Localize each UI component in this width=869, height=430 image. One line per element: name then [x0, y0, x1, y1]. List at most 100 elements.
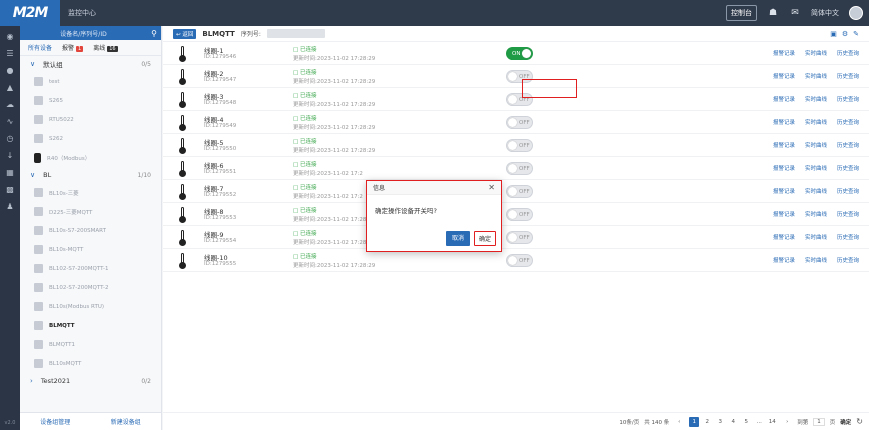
alarm-record-link[interactable]: 报警记录 — [773, 256, 795, 264]
tab-offline[interactable]: 离线 16 — [93, 43, 118, 52]
tab-all[interactable]: 所有设备 — [28, 43, 52, 52]
realtime-curve-link[interactable]: 实时曲线 — [805, 118, 827, 126]
page-number[interactable]: 2 — [702, 417, 712, 427]
goto-confirm-button[interactable]: 确定 — [840, 418, 851, 426]
group-test2021[interactable]: › Test2021 0/2 — [20, 373, 161, 389]
user-icon[interactable]: ♟ — [4, 200, 16, 212]
message-icon[interactable]: ✉ — [789, 7, 801, 19]
device-item[interactable]: BL10s-三菱 — [20, 183, 161, 202]
list-icon[interactable]: ☰ — [4, 47, 16, 59]
alarm-record-link[interactable]: 报警记录 — [773, 118, 795, 126]
settings-icon[interactable]: ⚙ — [842, 30, 848, 38]
realtime-curve-link[interactable]: 实时曲线 — [805, 141, 827, 149]
chart-icon[interactable]: ∿ — [4, 115, 16, 127]
alarm-record-link[interactable]: 报警记录 — [773, 141, 795, 149]
grid-icon[interactable]: ▩ — [4, 183, 16, 195]
history-query-link[interactable]: 历史查询 — [837, 49, 859, 57]
history-query-link[interactable]: 历史查询 — [837, 164, 859, 172]
realtime-curve-link[interactable]: 实时曲线 — [805, 256, 827, 264]
ok-button[interactable]: 确定 — [473, 231, 496, 246]
search-input[interactable]: 设备名/序列号/ID — [20, 29, 147, 38]
alarm-record-link[interactable]: 报警记录 — [773, 164, 795, 172]
device-item[interactable]: test — [20, 72, 161, 91]
alarm-record-link[interactable]: 报警记录 — [773, 95, 795, 103]
history-query-link[interactable]: 历史查询 — [837, 233, 859, 241]
clock-icon[interactable]: ◷ — [4, 132, 16, 144]
device-item[interactable]: BL102-S7-200MQTT-2 — [20, 278, 161, 297]
page-number[interactable]: 4 — [728, 417, 738, 427]
manage-groups-link[interactable]: 设备组管理 — [40, 417, 70, 426]
realtime-curve-link[interactable]: 实时曲线 — [805, 72, 827, 80]
realtime-curve-link[interactable]: 实时曲线 — [805, 187, 827, 195]
language-select[interactable]: 简体中文 — [811, 8, 839, 18]
edit-icon[interactable]: ✎ — [853, 30, 859, 38]
page-number[interactable]: 14 — [767, 417, 777, 427]
group-default[interactable]: ∨ 默认组 0/5 — [20, 56, 161, 72]
goto-page-input[interactable]: 1 — [813, 417, 825, 426]
device-item[interactable]: R40（Modbus） — [20, 148, 161, 167]
cloud-icon[interactable]: ☁ — [4, 98, 16, 110]
search-icon[interactable]: ⚲ — [147, 29, 161, 38]
device-item[interactable]: BL10s(Modbus RTU) — [20, 297, 161, 316]
channel-toggle[interactable]: OFF — [506, 116, 533, 129]
history-query-link[interactable]: 历史查询 — [837, 141, 859, 149]
monitor-icon[interactable]: ◉ — [4, 30, 16, 42]
device-item[interactable]: BL102-S7-200MQTT-1 — [20, 259, 161, 278]
alarm-record-link[interactable]: 报警记录 — [773, 210, 795, 218]
page-number[interactable]: 3 — [715, 417, 725, 427]
avatar[interactable] — [849, 6, 863, 20]
refresh-icon[interactable]: ↻ — [856, 417, 863, 426]
history-query-link[interactable]: 历史查询 — [837, 95, 859, 103]
history-query-link[interactable]: 历史查询 — [837, 210, 859, 218]
location-icon[interactable]: ● — [4, 64, 16, 76]
channel-toggle[interactable]: OFF — [506, 162, 533, 175]
chevron-down-icon[interactable]: ∨ — [30, 171, 35, 179]
device-item[interactable]: BL10sMQTT — [20, 354, 161, 373]
device-item[interactable]: BLMQTT — [20, 316, 161, 335]
table-icon[interactable]: ▦ — [4, 166, 16, 178]
realtime-curve-link[interactable]: 实时曲线 — [805, 49, 827, 57]
channel-toggle[interactable]: OFF — [506, 254, 533, 267]
realtime-curve-link[interactable]: 实时曲线 — [805, 210, 827, 218]
chevron-right-icon[interactable]: › — [30, 377, 33, 385]
history-query-link[interactable]: 历史查询 — [837, 118, 859, 126]
history-query-link[interactable]: 历史查询 — [837, 256, 859, 264]
channel-toggle[interactable]: OFF — [506, 185, 533, 198]
history-query-link[interactable]: 历史查询 — [837, 72, 859, 80]
device-item[interactable]: BLMQTT1 — [20, 335, 161, 354]
channel-toggle[interactable]: OFF — [506, 231, 533, 244]
page-size-select[interactable]: 10条/页 — [619, 418, 639, 426]
app-title[interactable]: 监控中心 — [68, 8, 96, 18]
device-item[interactable]: BL10s-S7-200SMART — [20, 221, 161, 240]
tab-alarm[interactable]: 报警 1 — [62, 43, 84, 52]
app-logo[interactable]: M2M — [0, 0, 60, 26]
close-icon[interactable]: ✕ — [488, 183, 495, 192]
alarm-record-link[interactable]: 报警记录 — [773, 187, 795, 195]
device-search[interactable]: 设备名/序列号/ID ⚲ — [20, 26, 161, 40]
back-button[interactable]: ↩ 返回 — [173, 28, 197, 39]
channel-toggle[interactable]: OFF — [506, 139, 533, 152]
download-icon[interactable]: ↓ — [4, 149, 16, 161]
cancel-button[interactable]: 取消 — [445, 231, 470, 246]
history-query-link[interactable]: 历史查询 — [837, 187, 859, 195]
device-item[interactable]: BL10s-MQTT — [20, 240, 161, 259]
realtime-curve-link[interactable]: 实时曲线 — [805, 164, 827, 172]
page-number[interactable]: 1 — [689, 416, 700, 427]
alarm-record-link[interactable]: 报警记录 — [773, 49, 795, 57]
channel-toggle[interactable]: ON — [506, 47, 533, 60]
console-button[interactable]: 控制台 — [726, 5, 757, 21]
chevron-down-icon[interactable]: ∨ — [30, 60, 35, 68]
channel-toggle[interactable]: OFF — [506, 208, 533, 221]
page-number[interactable]: 5 — [741, 417, 751, 427]
alarm-icon[interactable]: ▲ — [4, 81, 16, 93]
prev-page-icon[interactable]: ‹ — [674, 417, 684, 427]
bell-icon[interactable]: ☗ — [767, 7, 779, 19]
group-bl[interactable]: ∨ BL 1/10 — [20, 167, 161, 183]
device-item[interactable]: S265 — [20, 91, 161, 110]
new-group-link[interactable]: 新建设备组 — [111, 417, 141, 426]
device-item[interactable]: D225-三菱MQTT — [20, 202, 161, 221]
alarm-record-link[interactable]: 报警记录 — [773, 72, 795, 80]
calendar-icon[interactable]: ▣ — [830, 30, 837, 38]
realtime-curve-link[interactable]: 实时曲线 — [805, 233, 827, 241]
realtime-curve-link[interactable]: 实时曲线 — [805, 95, 827, 103]
